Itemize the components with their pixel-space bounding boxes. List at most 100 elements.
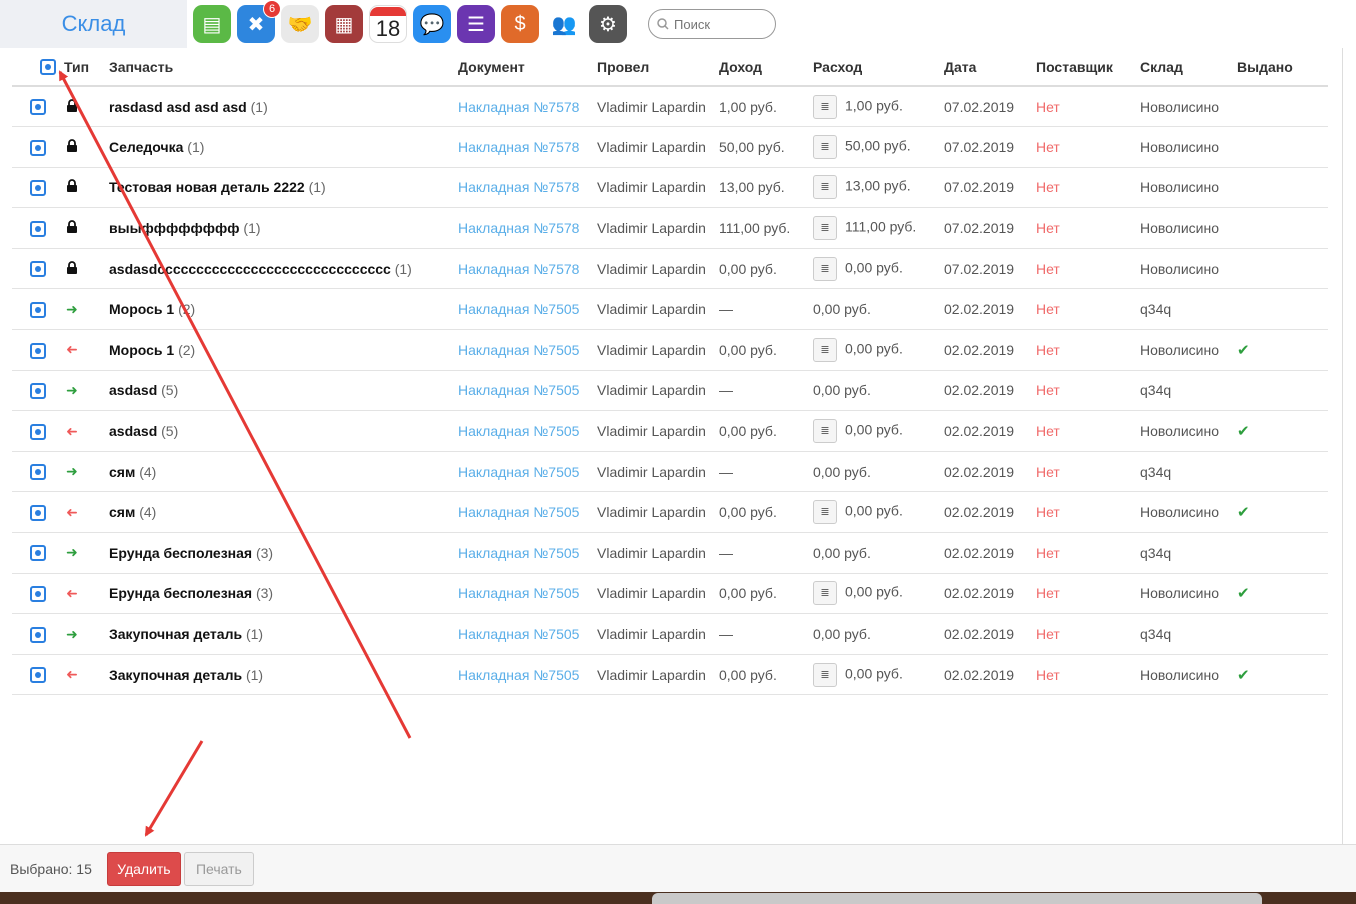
row-checkbox[interactable] bbox=[30, 667, 46, 684]
row-checkbox[interactable] bbox=[30, 99, 46, 116]
part-name[interactable]: Ерунда бесполезная bbox=[109, 545, 252, 561]
table-row[interactable]: Селедочка (1) Накладная №7578 Vladimir Lap… bbox=[12, 126, 1328, 168]
document-link[interactable]: Накладная №7505 bbox=[458, 626, 579, 642]
expense-details-button[interactable]: ≣ bbox=[813, 337, 837, 362]
row-checkbox[interactable] bbox=[30, 464, 46, 481]
table-row[interactable]: ➜ asdasd (5) Накладная №7505 Vladimir Lapar… bbox=[12, 370, 1328, 412]
column-header-document[interactable]: Документ bbox=[458, 48, 597, 87]
search-box[interactable] bbox=[648, 9, 776, 39]
expense-details-button[interactable]: ≣ bbox=[813, 256, 837, 281]
gear-app-button[interactable]: ⚙ bbox=[589, 5, 627, 43]
part-name[interactable]: asdasdcccccccccccccccccccccccccccccc bbox=[109, 261, 391, 277]
table-row[interactable]: ➜ Закупочная деталь (1) Накладная №7505 Vla… bbox=[12, 613, 1328, 655]
part-name[interactable]: Морось 1 bbox=[109, 342, 174, 358]
part-name[interactable]: сям bbox=[109, 504, 135, 520]
table-row[interactable]: ➜ Ерунда бесполезная (3) Накладная №7505 Vl… bbox=[12, 573, 1328, 615]
contacts-app-button[interactable]: ▤ bbox=[193, 5, 231, 43]
part-name[interactable]: asdasd bbox=[109, 382, 157, 398]
os-dock[interactable] bbox=[652, 893, 1262, 904]
document-link[interactable]: Накладная №7505 bbox=[458, 301, 579, 317]
row-checkbox[interactable] bbox=[30, 139, 46, 156]
calendar-app-button[interactable]: 18 bbox=[369, 5, 407, 43]
document-link[interactable]: Накладная №7505 bbox=[458, 545, 579, 561]
search-input[interactable] bbox=[674, 16, 764, 32]
document-link[interactable]: Накладная №7505 bbox=[458, 585, 579, 601]
chat-app-button[interactable]: 💬 bbox=[413, 5, 451, 43]
document-link[interactable]: Накладная №7578 bbox=[458, 139, 579, 155]
row-checkbox[interactable] bbox=[30, 504, 46, 521]
document-link[interactable]: Накладная №7505 bbox=[458, 464, 579, 480]
row-checkbox[interactable] bbox=[30, 220, 46, 237]
expense-details-button[interactable]: ≣ bbox=[813, 94, 837, 119]
row-checkbox[interactable] bbox=[30, 342, 46, 359]
column-header-expense[interactable]: Расход bbox=[813, 48, 944, 87]
handshake-app-button[interactable]: 🤝 bbox=[281, 5, 319, 43]
part-name[interactable]: rasdasd asd asd asd bbox=[109, 99, 247, 115]
document-link[interactable]: Накладная №7505 bbox=[458, 423, 579, 439]
delete-button[interactable]: Удалить bbox=[106, 851, 181, 886]
column-header-date[interactable]: Дата bbox=[944, 48, 1036, 87]
row-checkbox[interactable] bbox=[30, 545, 46, 562]
table-row[interactable]: ➜ asdasd (5) Накладная №7505 Vladimir Lapar… bbox=[12, 410, 1328, 452]
column-header-issued[interactable]: Выдано bbox=[1237, 48, 1328, 87]
part-name[interactable]: Закупочная деталь bbox=[109, 626, 242, 642]
table-row[interactable]: rasdasd asd asd asd (1) Накладная №7578 Vl… bbox=[12, 86, 1328, 128]
table-row[interactable]: выыфффффффф (1) Накладная №7578 Vladimir L… bbox=[12, 207, 1328, 249]
part-name[interactable]: Закупочная деталь bbox=[109, 667, 242, 683]
expense-details-button[interactable]: ≣ bbox=[813, 175, 837, 200]
table-row[interactable]: ➜ Закупочная деталь (1) Накладная №7505 Vla… bbox=[12, 654, 1328, 696]
table-row[interactable]: ➜ Морось 1 (2) Накладная №7505 Vladimir Lap… bbox=[12, 329, 1328, 371]
row-checkbox[interactable] bbox=[30, 261, 46, 278]
part-name[interactable]: Ерунда бесполезная bbox=[109, 585, 252, 601]
expense-details-button[interactable]: ≣ bbox=[813, 134, 837, 159]
document-link[interactable]: Накладная №7578 bbox=[458, 261, 579, 277]
expense-details-button[interactable]: ≣ bbox=[813, 581, 837, 606]
part-name[interactable]: сям bbox=[109, 464, 135, 480]
column-header-type[interactable]: Тип bbox=[64, 48, 109, 87]
row-checkbox[interactable] bbox=[30, 383, 46, 400]
store-value: Новолисино bbox=[1140, 504, 1219, 521]
document-link[interactable]: Накладная №7578 bbox=[458, 220, 579, 236]
expense-details-button[interactable]: ≣ bbox=[813, 662, 837, 687]
table-row[interactable]: asdasdcccccccccccccccccccccccccccccc (1)… bbox=[12, 248, 1328, 290]
settings-sliders-app-button[interactable]: ☰ bbox=[457, 5, 495, 43]
document-link[interactable]: Накладная №7505 bbox=[458, 382, 579, 398]
dollar-app-button[interactable]: $ bbox=[501, 5, 539, 43]
select-all-checkbox[interactable] bbox=[40, 59, 56, 76]
app-title[interactable]: Склад bbox=[0, 0, 187, 48]
table-row[interactable]: ➜ Морось 1 (2) Накладная №7505 Vladimir Lap… bbox=[12, 288, 1328, 331]
part-name[interactable]: выыфффффффф bbox=[109, 220, 240, 236]
row-checkbox[interactable] bbox=[30, 423, 46, 440]
part-name[interactable]: Тестовая новая деталь 2222 bbox=[109, 179, 305, 195]
table-row[interactable]: ➜ Ерунда бесполезная (3) Накладная №7505 Vl… bbox=[12, 532, 1328, 574]
print-button[interactable]: Печать bbox=[183, 851, 254, 886]
document-link[interactable]: Накладная №7505 bbox=[458, 667, 579, 683]
part-name[interactable]: Морось 1 bbox=[109, 301, 174, 317]
people-app-button[interactable]: 👥 bbox=[545, 5, 583, 43]
row-checkbox[interactable] bbox=[30, 586, 46, 603]
store-value: Новолисино bbox=[1140, 341, 1219, 358]
column-header-conducted-by[interactable]: Провел bbox=[597, 48, 719, 87]
part-name[interactable]: Селедочка bbox=[109, 139, 183, 155]
part-name[interactable]: asdasd bbox=[109, 423, 157, 439]
expense-details-button[interactable]: ≣ bbox=[813, 216, 837, 241]
document-link[interactable]: Накладная №7505 bbox=[458, 342, 579, 358]
table-row[interactable]: Тестовая новая деталь 2222 (1) Накладная … bbox=[12, 167, 1328, 209]
table-row[interactable]: ➜ сям (4) Накладная №7505 Vladimir Lapardin… bbox=[12, 451, 1328, 493]
document-link[interactable]: Накладная №7505 bbox=[458, 504, 579, 520]
column-header-income[interactable]: Доход bbox=[719, 48, 813, 87]
column-header-part[interactable]: Запчасть bbox=[109, 48, 458, 87]
row-checkbox[interactable] bbox=[30, 301, 46, 318]
table-row[interactable]: ➜ сям (4) Накладная №7505 Vladimir Lapardin… bbox=[12, 491, 1328, 534]
part-cell: выыфффффффф (1) bbox=[109, 207, 458, 249]
document-link[interactable]: Накладная №7578 bbox=[458, 179, 579, 195]
document-link[interactable]: Накладная №7578 bbox=[458, 99, 579, 115]
expense-details-button[interactable]: ≣ bbox=[813, 419, 837, 444]
row-checkbox[interactable] bbox=[30, 180, 46, 197]
tools-app-button[interactable]: ✖ 6 bbox=[237, 0, 281, 43]
column-header-store[interactable]: Склад bbox=[1140, 48, 1237, 87]
column-header-supplier[interactable]: Поставщик bbox=[1036, 48, 1140, 87]
row-checkbox[interactable] bbox=[30, 626, 46, 643]
expense-details-button[interactable]: ≣ bbox=[813, 500, 837, 525]
warehouse-app-button[interactable]: ▦ bbox=[325, 5, 363, 43]
